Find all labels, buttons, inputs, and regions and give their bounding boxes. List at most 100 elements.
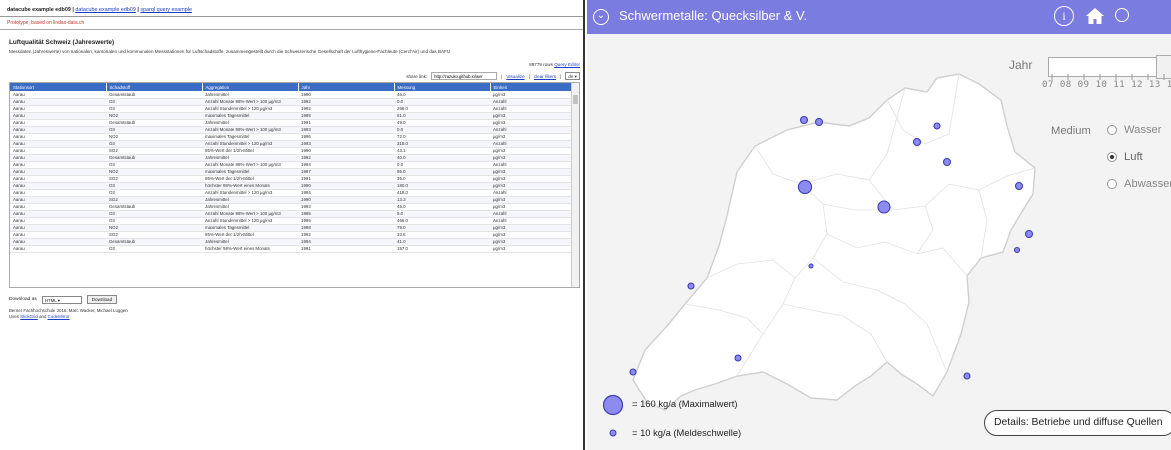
emission-site-bubble[interactable] <box>1024 229 1034 239</box>
emission-site-bubble[interactable] <box>814 117 824 127</box>
table-row[interactable]: Aarau SO2 Jahresmittel 1990 13.3 µg/m3 <box>10 196 572 204</box>
table-row[interactable]: Aarau O3 Anzahl Monate 98%-Wert > 100 µg/m… <box>10 126 572 134</box>
table-row[interactable]: Aarau Gesamtstaub Jahresmittel 1992 40.0 µg/m… <box>10 154 572 162</box>
table-row[interactable]: Aarau NO2 maximales Tagesmittel 1995 61.0 µg/… <box>10 112 572 120</box>
emission-site-bubble[interactable] <box>912 137 922 147</box>
table-row[interactable]: Aarau O3 Anzahl Monate 98%-Wert > 100 µg/m… <box>10 98 572 106</box>
medium-radio-luft[interactable]: Luft <box>1107 151 1143 163</box>
table-cell: 1998 <box>298 224 394 232</box>
table-cell: SO2 <box>106 175 202 183</box>
table-row[interactable]: Aarau O3 Anzahl Stundenmittel > 120 µg/m3 1… <box>10 217 572 225</box>
column-header[interactable]: Jahr <box>298 83 395 91</box>
language-select[interactable]: de ▾ <box>565 72 580 80</box>
table-row[interactable]: Aarau SO2 95%-Wert der 1/2h-Mittel 1991 35.0… <box>10 175 572 183</box>
table-cell: Aarau <box>10 238 106 246</box>
table-row[interactable]: Aarau Gesamtstaub Jahresmittel 1993 45.0 µg/m… <box>10 203 572 211</box>
emission-site-bubble[interactable] <box>963 372 971 380</box>
collapse-icon[interactable]: ⌄ <box>593 9 609 25</box>
slickgrid-link[interactable]: SlickGrid <box>20 314 38 319</box>
table-cell: 1995 <box>298 217 394 225</box>
table-row[interactable]: Aarau O3 Anzahl Stundenmittel > 120 µg/m3 1… <box>10 189 572 197</box>
table-cell: 1991 <box>298 245 394 253</box>
column-header[interactable]: Aggregation <box>202 83 299 91</box>
table-cell: Anzahl Monate 98%-Wert > 100 µg/m3 <box>202 126 298 134</box>
info-icon[interactable]: i <box>1054 6 1074 26</box>
table-row[interactable]: Aarau Gesamtstaub Jahresmittel 1991 49.0 µg/m… <box>10 119 572 127</box>
emission-site-bubble[interactable] <box>1014 181 1024 191</box>
table-cell: Gesamtstaub <box>106 154 202 162</box>
emission-site-bubble[interactable] <box>797 179 813 195</box>
codemirror-link[interactable]: CodeMirror <box>48 314 70 319</box>
table-cell: Aarau <box>10 231 106 239</box>
table-cell: 1996 <box>298 133 394 141</box>
clear-filters-link[interactable]: clear filters <box>534 74 556 79</box>
rows-count: 88779 rows Query Editor <box>529 62 580 67</box>
scrollbar-thumb[interactable] <box>573 95 578 104</box>
table-cell: maximales Tagesmittel <box>202 112 298 120</box>
table-row[interactable]: Aarau Gesamtstaub Jahresmittel 1990 46.0 µg/m… <box>10 91 572 99</box>
medium-radio-abwasser[interactable]: Abwasser <box>1107 178 1171 190</box>
visualize-link[interactable]: Visualize <box>506 74 524 79</box>
table-cell: 1992 <box>298 105 394 113</box>
column-header[interactable]: Schadstoff <box>106 83 203 91</box>
emission-site-bubble[interactable] <box>799 115 809 125</box>
table-row[interactable]: Aarau O3 Anzahl Stundenmittel > 120 µg/m3 1… <box>10 105 572 113</box>
table-cell: Aarau <box>10 210 106 218</box>
download-button[interactable]: Download <box>86 295 118 304</box>
table-cell: Aarau <box>10 91 106 99</box>
emission-site-bubble[interactable] <box>629 368 637 376</box>
title-bar: ⌄ Schwermetalle: Quecksilber & V. i <box>587 0 1171 34</box>
radio-circle-selected[interactable] <box>1107 152 1117 162</box>
medium-radio-wasser[interactable]: Wasser <box>1107 124 1162 136</box>
header-link-sparql[interactable]: sparql query example <box>140 7 192 13</box>
table-cell: 13.3 <box>394 196 490 204</box>
table-cell: 0.0 <box>394 98 490 106</box>
emission-site-bubble[interactable] <box>877 200 891 214</box>
table-cell: O3 <box>106 161 202 169</box>
table-row[interactable]: Aarau O3 höchster 98%-Wert eines Monats 199… <box>10 245 572 253</box>
table-row[interactable]: Aarau SO2 95%-Wert der 1/2h-Mittel 1990 43.1… <box>10 147 572 155</box>
table-row[interactable]: Aarau O3 höchster 98%-Wert eines Monats 199… <box>10 182 572 190</box>
emission-site-bubble[interactable] <box>933 122 941 130</box>
table-cell: µg/m3 <box>490 196 572 204</box>
table-cell: 1993 <box>298 203 394 211</box>
details-button[interactable]: Details: Betriebe und diffuse Quellen <box>984 410 1171 436</box>
header-link-datacube[interactable]: datacube example edb09 <box>75 7 136 13</box>
table-cell: Jahresmittel <box>202 238 298 246</box>
radio-circle[interactable] <box>1107 179 1117 189</box>
table-row[interactable]: Aarau O3 Anzahl Monate 98%-Wert > 100 µg/m… <box>10 210 572 218</box>
table-cell: 1990 <box>298 91 394 99</box>
emission-site-bubble[interactable] <box>808 263 814 269</box>
download-format-select[interactable]: HTML ▾ <box>41 295 82 304</box>
table-row[interactable]: Aarau O3 Anzahl Monate 98%-Wert > 100 µg/m… <box>10 161 572 169</box>
emission-site-bubble[interactable] <box>1013 246 1021 254</box>
query-editor-link[interactable]: Query Editor <box>554 62 580 67</box>
radio-circle[interactable] <box>1107 125 1117 135</box>
settings-icon[interactable] <box>1115 8 1129 22</box>
table-cell: 318.0 <box>394 140 490 148</box>
home-icon[interactable] <box>1085 6 1105 26</box>
table-row[interactable]: Aarau Gesamtstaub Jahresmittel 1994 41.0 µg/m… <box>10 238 572 246</box>
column-header[interactable]: Stationsort <box>10 83 107 91</box>
table-body: Aarau Gesamtstaub Jahresmittel 1990 46.0 µg/m… <box>10 91 572 253</box>
table-row[interactable]: Aarau SO2 95%-Wert der 1/2h-Mittel 1992 32.6… <box>10 231 572 239</box>
table-cell: O3 <box>106 105 202 113</box>
table-cell: 1991 <box>298 119 394 127</box>
table-scrollbar[interactable] <box>571 83 579 287</box>
column-header[interactable]: Messung <box>394 83 491 91</box>
dataset-description: Messdaten (Jahreswerte) von nationalen, … <box>9 49 451 54</box>
table-cell: 1995 <box>298 112 394 120</box>
table-row[interactable]: Aarau NO2 maximales Tagesmittel 1997 95.0 µg/… <box>10 168 572 176</box>
share-link-input[interactable] <box>431 72 498 80</box>
emission-site-bubble[interactable] <box>687 282 695 290</box>
table-row[interactable]: Aarau O3 Anzahl Stundenmittel > 120 µg/m3 1… <box>10 140 572 148</box>
table-row[interactable]: Aarau NO2 maximales Tagesmittel 1996 72.0 µg/… <box>10 133 572 141</box>
table-row[interactable]: Aarau NO2 maximales Tagesmittel 1998 79.0 µg/… <box>10 224 572 232</box>
medium-label: Medium <box>1051 125 1091 137</box>
table-cell: 1990 <box>298 147 394 155</box>
column-header[interactable]: Einheit <box>490 83 573 91</box>
emission-site-bubble[interactable] <box>734 354 742 362</box>
emission-site-bubble[interactable] <box>942 157 952 167</box>
table-cell: maximales Tagesmittel <box>202 224 298 232</box>
table-cell: 45.0 <box>394 203 490 211</box>
